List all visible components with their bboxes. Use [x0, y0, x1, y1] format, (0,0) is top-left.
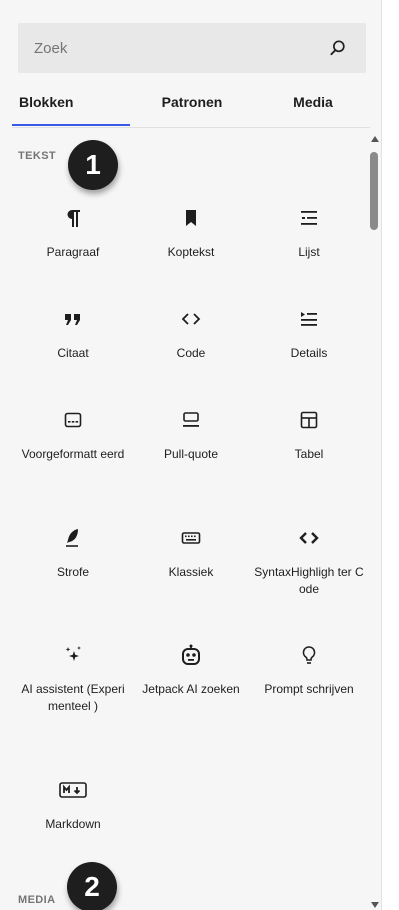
block-ai-assistent[interactable]: AI assistent (Experimenteel ): [14, 643, 132, 715]
block-label: SyntaxHighligh ter Code: [254, 565, 364, 596]
code-icon: [181, 313, 201, 325]
callout-badge-2: 2: [67, 862, 117, 910]
search-box: [18, 23, 366, 73]
sparkles-icon: [65, 646, 81, 661]
robot-icon: [182, 644, 200, 665]
block-label: Koptekst: [167, 245, 215, 259]
block-markdown[interactable]: Markdown: [14, 778, 132, 833]
block-label: Pull-quote: [163, 447, 219, 461]
block-inserter-panel: Blokken Patronen Media TEKST 1 Paragraaf…: [0, 0, 381, 910]
bookmark-icon: [186, 210, 196, 226]
search-input[interactable]: [18, 23, 334, 73]
list-icon: [301, 211, 317, 225]
block-label: Citaat: [57, 346, 89, 360]
block-label: Paragraaf: [46, 245, 100, 259]
block-voorgeformatteerd[interactable]: Voorgeformatt eerd: [14, 408, 132, 463]
callout-badge-1: 1: [68, 140, 118, 190]
block-citaat[interactable]: Citaat: [14, 307, 132, 362]
editor-canvas-edge: [381, 0, 399, 910]
quote-icon: [65, 314, 80, 325]
block-label: Jetpack AI zoeken: [142, 682, 240, 696]
block-label: Prompt schrijven: [264, 682, 354, 696]
block-details[interactable]: Details: [250, 307, 368, 362]
tab-bar: Blokken Patronen Media: [12, 88, 370, 128]
markdown-icon: [59, 782, 87, 798]
section-label-tekst: TEKST: [18, 150, 57, 162]
block-prompt-schrijven[interactable]: Prompt schrijven: [250, 643, 368, 698]
paragraph-icon: [67, 210, 80, 227]
block-pull-quote[interactable]: Pull-quote: [132, 408, 250, 463]
block-syntaxhighlighter-code[interactable]: SyntaxHighligh ter Code: [250, 526, 368, 598]
block-strofe[interactable]: Strofe: [14, 526, 132, 581]
feather-icon: [66, 529, 78, 547]
block-tabel[interactable]: Tabel: [250, 408, 368, 463]
block-label: Strofe: [56, 565, 89, 579]
pullquote-icon: [183, 412, 199, 427]
block-label: Markdown: [45, 817, 101, 831]
table-icon: [300, 411, 318, 429]
scroll-down-arrow-icon[interactable]: [371, 902, 379, 908]
block-jetpack-ai-zoeken[interactable]: Jetpack AI zoeken: [132, 643, 250, 698]
block-koptekst[interactable]: Koptekst: [132, 206, 250, 261]
block-label: AI assistent (Experimenteel ): [21, 682, 125, 713]
block-label: Klassiek: [168, 565, 214, 579]
keyboard-icon: [181, 532, 201, 544]
lightbulb-icon: [302, 646, 316, 664]
block-label: Code: [176, 346, 206, 360]
block-lijst[interactable]: Lijst: [250, 206, 368, 261]
block-label: Voorgeformatt eerd: [21, 447, 125, 461]
tabs-divider: [12, 127, 370, 128]
block-label: Lijst: [298, 245, 320, 259]
details-icon: [301, 312, 317, 326]
scroll-thumb[interactable]: [370, 152, 378, 230]
scroll-up-arrow-icon[interactable]: [371, 136, 379, 142]
block-klassiek[interactable]: Klassiek: [132, 526, 250, 581]
search-icon[interactable]: [328, 38, 348, 58]
scrollbar[interactable]: [368, 134, 380, 910]
code-icon: [299, 532, 319, 544]
section-label-media: MEDIA: [18, 894, 56, 906]
block-label: Details: [290, 346, 328, 360]
block-paragraaf[interactable]: Paragraaf: [14, 206, 132, 261]
preformatted-icon: [64, 412, 82, 428]
block-label: Tabel: [294, 447, 324, 461]
tab-blokken[interactable]: Blokken: [12, 88, 130, 126]
tab-media[interactable]: Media: [258, 88, 368, 126]
tab-patronen[interactable]: Patronen: [137, 88, 247, 126]
block-code[interactable]: Code: [132, 307, 250, 362]
